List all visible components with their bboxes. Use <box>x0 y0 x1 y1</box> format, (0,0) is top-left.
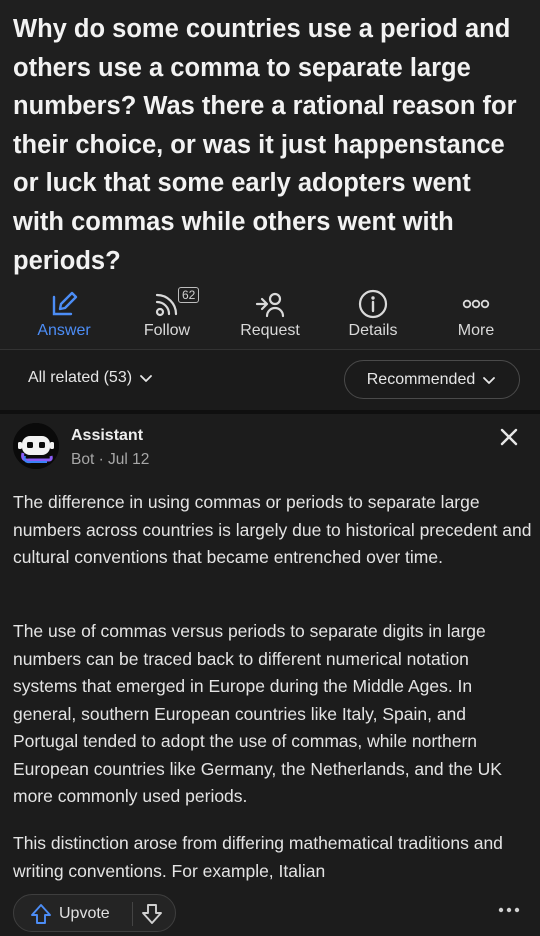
request-label: Request <box>240 322 300 339</box>
more-dots-icon <box>462 299 490 309</box>
all-related-label: All related (53) <box>28 369 133 386</box>
pencil-square-icon <box>52 291 78 316</box>
downvote-arrow-icon[interactable] <box>140 902 164 926</box>
close-icon[interactable] <box>496 424 522 450</box>
more-button[interactable]: More <box>431 286 521 346</box>
answer-button[interactable]: Answer <box>19 286 109 346</box>
answer-paragraph: The difference in using commas or period… <box>13 492 532 567</box>
answer-paragraph: This distinction arose from differing ma… <box>13 833 503 881</box>
details-button[interactable]: Details <box>328 286 418 346</box>
upvote-arrow-icon <box>31 904 51 924</box>
vote-separator <box>132 902 133 926</box>
details-label: Details <box>348 322 398 339</box>
all-related-dropdown[interactable]: All related (53) <box>28 369 154 387</box>
follow-count-badge: 62 <box>178 287 200 303</box>
answer-footer: Upvote <box>0 892 540 936</box>
upvote-label: Upvote <box>59 905 110 922</box>
more-options-icon[interactable] <box>496 902 522 918</box>
bot-avatar-icon <box>13 423 59 469</box>
follow-button[interactable]: 62 Follow <box>122 286 212 346</box>
request-button[interactable]: Request <box>225 286 315 346</box>
vote-pill: Upvote <box>13 894 176 932</box>
upvote-button[interactable]: Upvote <box>30 903 110 925</box>
sort-label: Recommended <box>366 370 476 388</box>
avatar[interactable] <box>13 423 59 469</box>
info-circle-icon <box>358 289 388 319</box>
question-title: Why do some countries use a period and o… <box>13 15 517 275</box>
chevron-down-icon <box>140 375 152 382</box>
follow-label: Follow <box>143 322 191 339</box>
question-header: Why do some countries use a period and o… <box>0 0 540 350</box>
author-meta: Bot · Jul 12 <box>71 451 150 468</box>
answer-card: Assistant Bot · Jul 12 The difference in… <box>0 414 540 936</box>
more-label: More <box>457 322 495 339</box>
chevron-down-icon <box>483 376 496 384</box>
author-name[interactable]: Assistant <box>71 427 143 445</box>
answer-paragraph: The use of commas versus periods to sepa… <box>13 621 502 806</box>
filter-bar: All related (53) Recommended <box>0 350 540 410</box>
question-actions: Answer 62 Follow Request Details More <box>0 286 540 346</box>
sort-dropdown[interactable]: Recommended <box>344 360 520 399</box>
answer-label: Answer <box>37 322 91 339</box>
request-person-icon <box>255 292 285 318</box>
